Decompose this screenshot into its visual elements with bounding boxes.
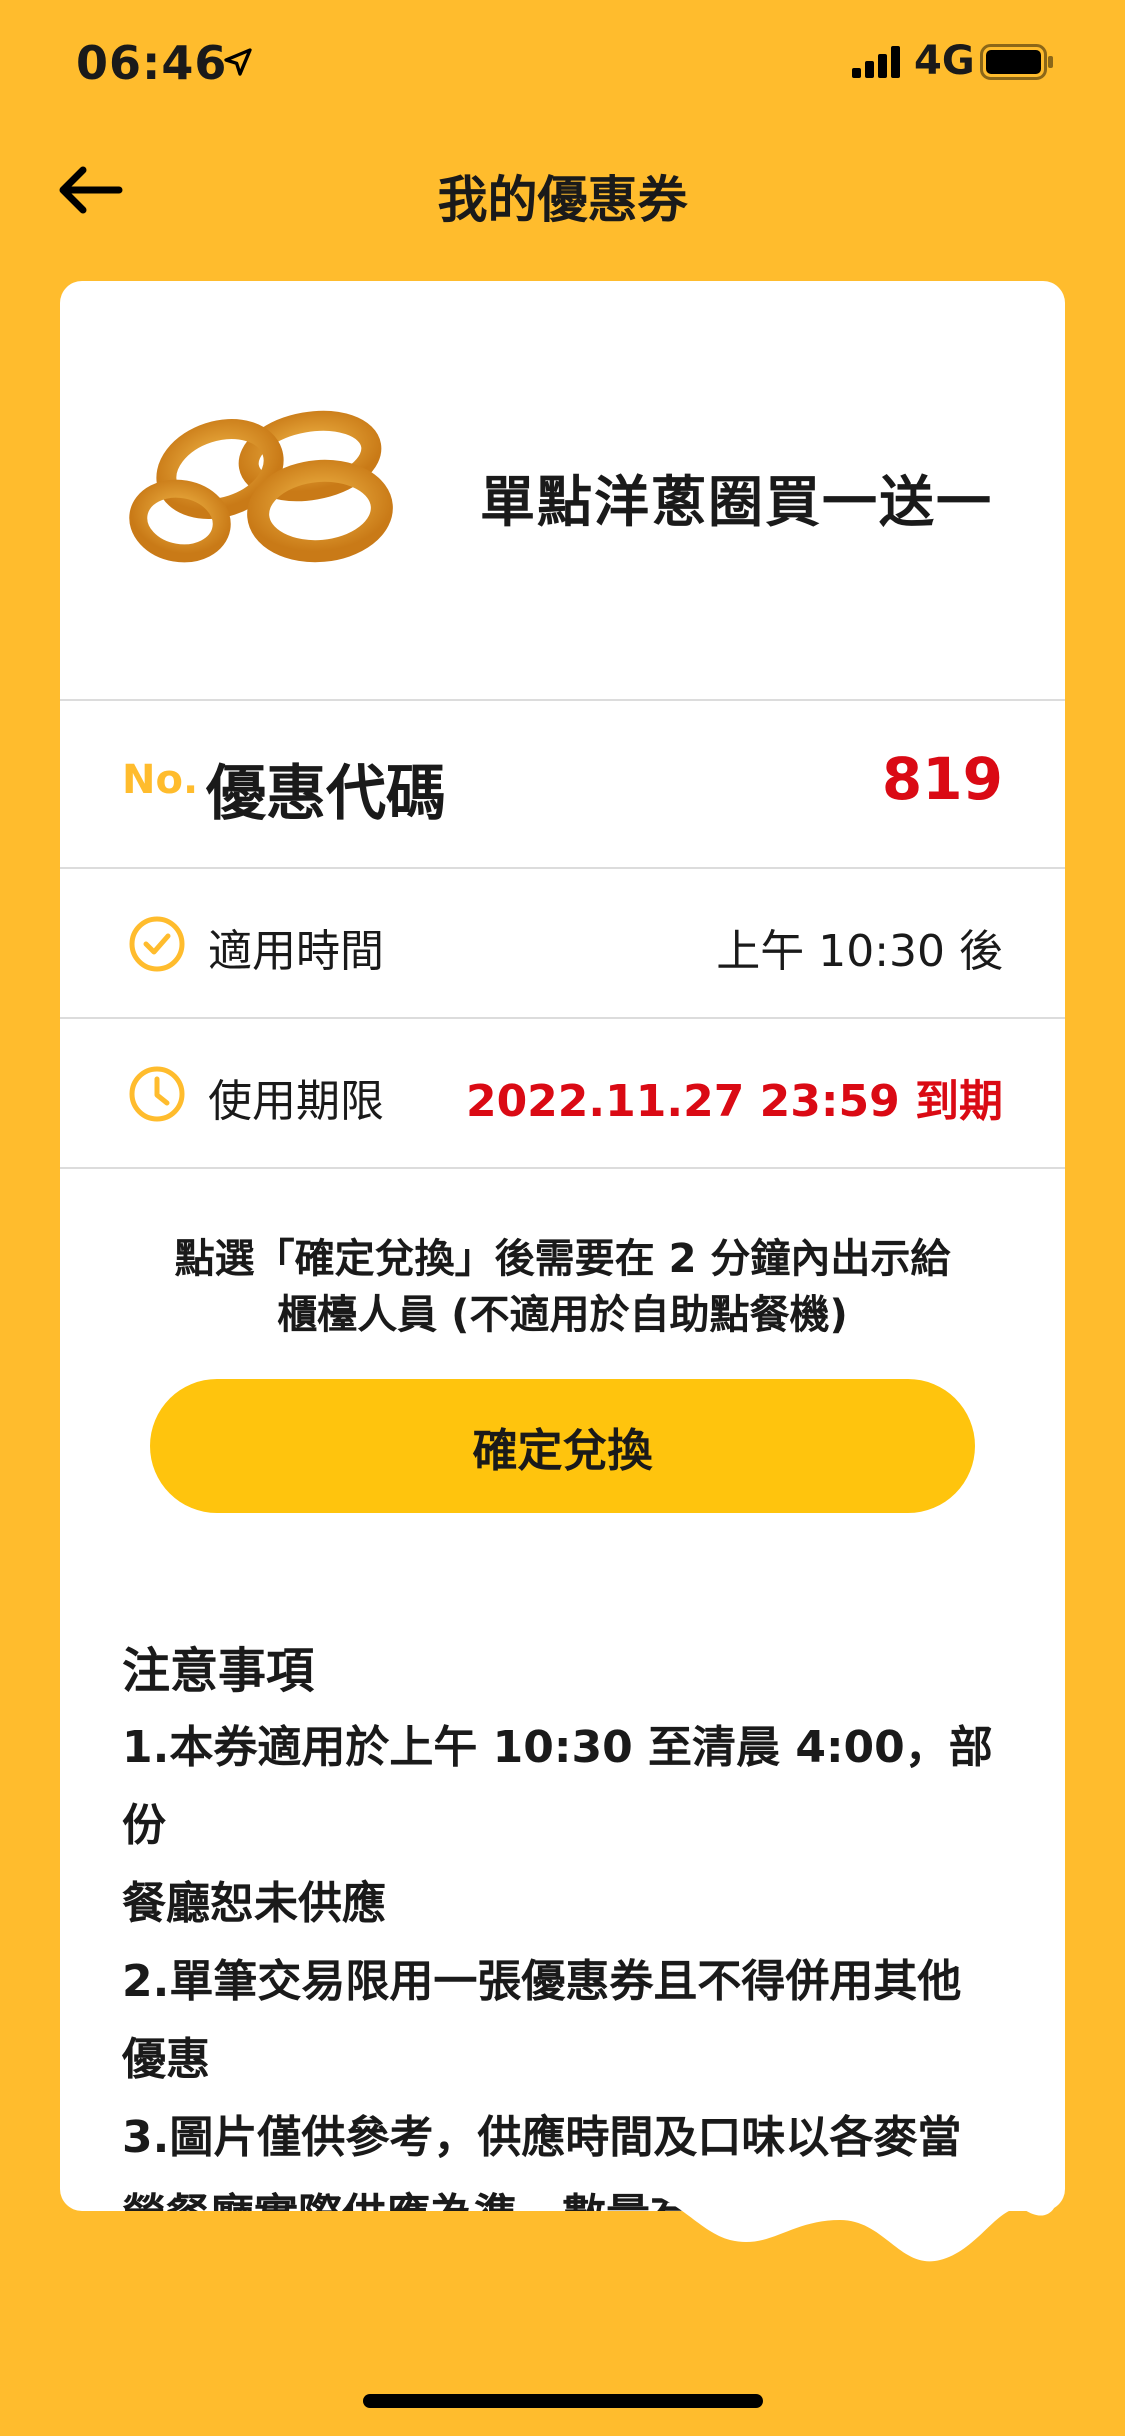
term-line: 2.單筆交易限用一張優惠券且不得併用其他 — [122, 1956, 962, 2007]
redeem-notice: 點選「確定兌換」後需要在 2 分鐘內出示給 櫃檯人員 (不適用於自助點餐機) — [120, 1231, 1005, 1343]
available-time-row: 適用時間 上午 10:30 後 — [60, 869, 1065, 1017]
notice-line: 點選「確定兌換」後需要在 2 分鐘內出示給 — [174, 1236, 951, 1282]
product-section: 單點洋蔥圈買一送一 — [60, 281, 1065, 699]
location-arrow-icon — [224, 48, 252, 76]
notice-line: 櫃檯人員 (不適用於自助點餐機) — [277, 1292, 848, 1338]
terms-title: 注意事項 — [122, 1643, 315, 1699]
term-line: 1.本券適用於上午 10:30 至清晨 4:00，部份 — [122, 1722, 993, 1851]
code-prefix: No. — [122, 757, 199, 803]
page-title: 我的優惠券 — [437, 171, 688, 229]
product-name: 單點洋蔥圈買一送一 — [480, 470, 994, 534]
term-line: 3.圖片僅供參考，供應時間及口味以各麥當 — [122, 2112, 962, 2163]
code-label: 優惠代碼 — [206, 759, 446, 829]
terms-list: 1.本券適用於上午 10:30 至清晨 4:00，部份 餐廳恕未供應 2.單筆交… — [122, 1709, 1022, 2211]
header: 我的優惠券 — [0, 140, 1125, 240]
expiry-label: 使用期限 — [208, 1076, 384, 1127]
divider — [60, 1167, 1065, 1169]
signal-bars-icon — [852, 46, 900, 78]
coupon-code-row: No. 優惠代碼 819 — [60, 701, 1065, 867]
expiry-row: 使用期限 2022.11.27 23:59 到期 — [60, 1019, 1065, 1167]
redeem-button[interactable]: 確定兌換 — [150, 1379, 975, 1513]
home-indicator[interactable] — [363, 2394, 763, 2408]
status-bar: 06:46 4G — [0, 0, 1125, 130]
term-line: 優惠 — [122, 2034, 210, 2085]
battery-icon — [980, 44, 1053, 80]
clock-icon — [129, 1066, 185, 1122]
drip-decoration — [640, 2180, 1060, 2262]
network-label: 4G — [914, 38, 975, 84]
available-time-label: 適用時間 — [208, 926, 384, 977]
expiry-value: 2022.11.27 23:59 到期 — [465, 1076, 1003, 1127]
check-circle-icon — [129, 916, 185, 972]
onion-rings-image — [129, 410, 393, 563]
coupon-card: 單點洋蔥圈買一送一 No. 優惠代碼 819 適用時間 上午 10:30 後 使… — [60, 281, 1065, 2211]
available-time-value: 上午 10:30 後 — [716, 926, 1003, 977]
status-time: 06:46 — [76, 36, 228, 90]
code-value: 819 — [881, 745, 1003, 813]
term-line: 餐廳恕未供應 — [122, 1878, 386, 1929]
